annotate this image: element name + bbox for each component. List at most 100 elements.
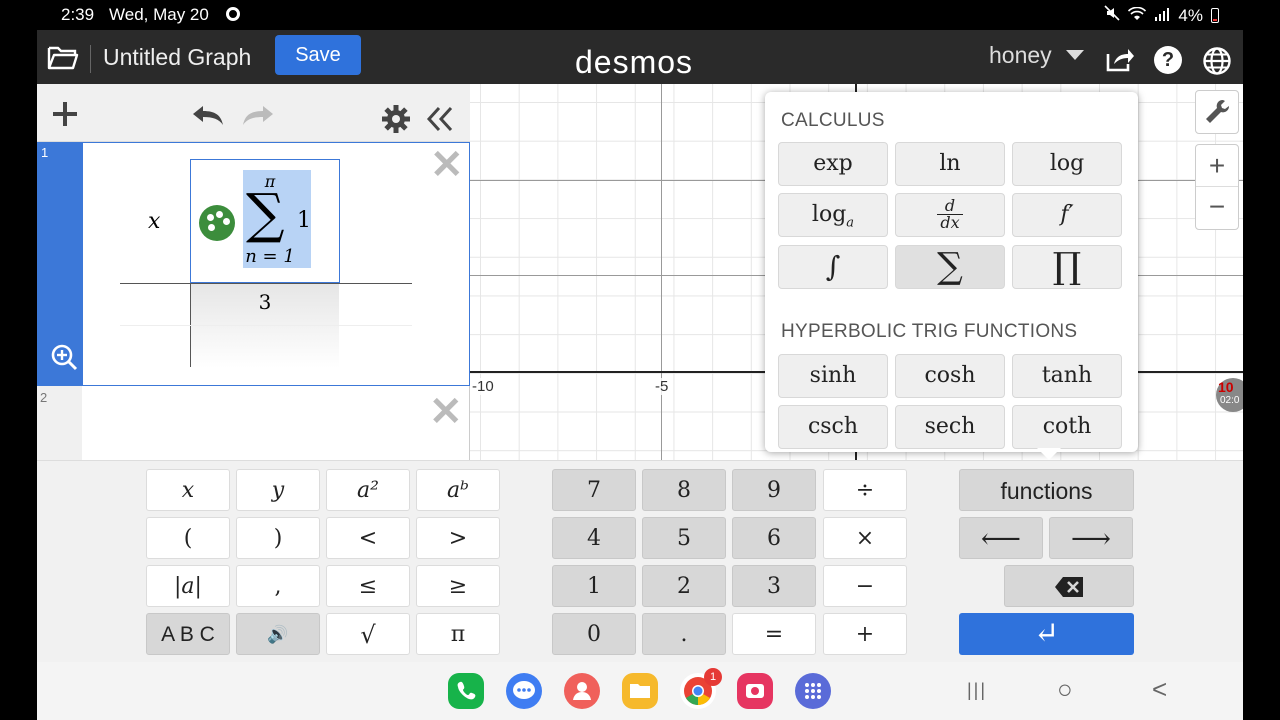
key-less-equal[interactable]: ≤ [326, 565, 410, 607]
undo-icon[interactable] [191, 102, 227, 133]
key-6[interactable]: 6 [732, 517, 816, 559]
graph-settings-wrench-icon[interactable] [1195, 90, 1239, 134]
recents-button[interactable]: ||| [967, 680, 987, 701]
sum-body[interactable]: 1 [297, 208, 311, 233]
expression-gutter[interactable]: 2 [37, 386, 82, 460]
save-button[interactable]: Save [275, 35, 361, 75]
key-greater-equal[interactable]: ≥ [416, 565, 500, 607]
left-arrow-key[interactable]: ⟵ [959, 517, 1043, 559]
zoom-in-icon[interactable]: + [1196, 145, 1238, 187]
graph-title[interactable]: Untitled Graph [103, 44, 251, 71]
open-graph-folder-icon[interactable] [47, 44, 79, 75]
functions-button[interactable]: functions [959, 469, 1134, 511]
popover-pointer [1037, 448, 1061, 460]
key-power[interactable]: aᵇ [416, 469, 500, 511]
backspace-icon[interactable] [1004, 565, 1134, 607]
back-button[interactable]: < [1152, 674, 1167, 705]
key-divide[interactable]: ÷ [823, 469, 907, 511]
battery-icon [1211, 8, 1219, 23]
right-arrow-key[interactable]: ⟶ [1049, 517, 1133, 559]
func-key-sech[interactable]: sech [895, 405, 1005, 449]
key-minus[interactable]: − [823, 565, 907, 607]
func-key-prime[interactable]: f′ [1012, 193, 1122, 237]
zoom-controls: + − [1195, 144, 1239, 230]
my-files-app-icon[interactable] [622, 673, 658, 709]
key-3[interactable]: 3 [732, 565, 816, 607]
key-squared[interactable]: a² [326, 469, 410, 511]
color-palette-icon[interactable] [199, 205, 235, 241]
summation-expression[interactable]: π ∑ 1 n = 1 [243, 170, 311, 268]
user-menu[interactable]: honey [989, 42, 1052, 69]
home-button[interactable]: ○ [1057, 674, 1073, 705]
apps-grid-icon[interactable] [795, 673, 831, 709]
speaker-icon[interactable]: 🔊 [236, 613, 320, 655]
phone-app-icon[interactable] [448, 673, 484, 709]
tablet-screen: 2:39 Wed, May 20 4% Untitled Graph Save … [37, 0, 1243, 720]
delete-expression-icon[interactable]: ✕ [430, 145, 464, 185]
expression-row-1[interactable]: 1 ✕ x π ∑ 1 n = 1 3 [37, 142, 470, 386]
key-plus[interactable]: + [823, 613, 907, 655]
key-close-paren[interactable]: ) [236, 517, 320, 559]
func-key-cosh[interactable]: cosh [895, 354, 1005, 398]
language-globe-icon[interactable] [1202, 46, 1232, 81]
func-key-sinh[interactable]: sinh [778, 354, 888, 398]
func-key-log-base[interactable]: loga [778, 193, 888, 237]
sum-lower-bound[interactable]: n = 1 [243, 246, 297, 267]
zoom-fit-icon[interactable] [50, 343, 78, 376]
key-open-paren[interactable]: ( [146, 517, 230, 559]
key-y[interactable]: y [236, 469, 320, 511]
delete-expression-icon[interactable]: ✕ [429, 392, 463, 432]
func-key-product[interactable]: ∏ [1012, 245, 1122, 289]
screen-recorder-timer[interactable]: 10 02:0 [1216, 378, 1243, 412]
expression-row-2[interactable]: 2 ✕ [37, 386, 470, 460]
redo-icon[interactable] [239, 102, 275, 133]
key-sqrt[interactable]: √ [326, 613, 410, 655]
android-navigation-bar: 1 ||| ○ < [37, 662, 1243, 720]
enter-key[interactable]: ↵ [959, 613, 1134, 655]
func-key-sum[interactable]: ∑ [895, 245, 1005, 289]
func-key-exp[interactable]: exp [778, 142, 888, 186]
chrome-app-icon[interactable]: 1 [680, 668, 722, 709]
help-icon[interactable]: ? [1154, 46, 1182, 74]
zoom-out-icon[interactable]: − [1196, 187, 1238, 229]
hyperbolic-section-title: HYPERBOLIC TRIG FUNCTIONS [781, 321, 1078, 342]
key-0[interactable]: 0 [552, 613, 636, 655]
key-greater-than[interactable]: > [416, 517, 500, 559]
func-key-tanh[interactable]: tanh [1012, 354, 1122, 398]
expression-index: 1 [41, 145, 49, 160]
key-pi[interactable]: π [416, 613, 500, 655]
key-9[interactable]: 9 [732, 469, 816, 511]
add-item-icon[interactable] [51, 100, 79, 133]
expression-gutter[interactable]: 1 [38, 143, 83, 385]
key-decimal[interactable]: . [642, 613, 726, 655]
func-key-csch[interactable]: csch [778, 405, 888, 449]
share-icon[interactable] [1105, 46, 1135, 77]
func-key-log[interactable]: log [1012, 142, 1122, 186]
table-column-header-sum[interactable]: π ∑ 1 n = 1 [190, 159, 340, 283]
messages-app-icon[interactable] [506, 673, 542, 709]
key-2[interactable]: 2 [642, 565, 726, 607]
screen-recorder-app-icon[interactable] [737, 673, 773, 709]
key-abc[interactable]: A B C [146, 613, 230, 655]
func-key-derivative[interactable]: d dx [895, 193, 1005, 237]
func-key-ln[interactable]: ln [895, 142, 1005, 186]
key-equals[interactable]: = [732, 613, 816, 655]
key-5[interactable]: 5 [642, 517, 726, 559]
key-4[interactable]: 4 [552, 517, 636, 559]
key-8[interactable]: 8 [642, 469, 726, 511]
caret-down-icon[interactable] [1066, 50, 1084, 60]
contacts-app-icon[interactable] [564, 673, 600, 709]
expression-list: 1 ✕ x π ∑ 1 n = 1 3 2 ✕ [37, 84, 470, 460]
collapse-panel-icon[interactable] [425, 104, 455, 139]
func-key-coth[interactable]: coth [1012, 405, 1122, 449]
key-7[interactable]: 7 [552, 469, 636, 511]
key-comma[interactable]: , [236, 565, 320, 607]
key-abs[interactable]: |a| [146, 565, 230, 607]
key-x[interactable]: x [146, 469, 230, 511]
table-column-header-x[interactable]: x [148, 209, 160, 234]
key-1[interactable]: 1 [552, 565, 636, 607]
func-key-integral[interactable]: ∫ [778, 245, 888, 289]
settings-gear-icon[interactable] [381, 104, 411, 139]
key-multiply[interactable]: × [823, 517, 907, 559]
key-less-than[interactable]: < [326, 517, 410, 559]
